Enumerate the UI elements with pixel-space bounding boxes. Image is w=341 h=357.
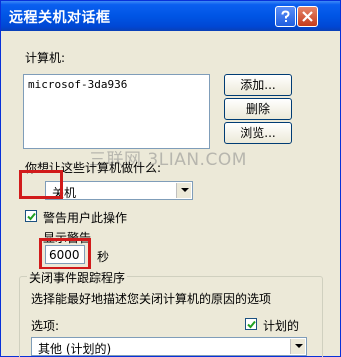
operation-select[interactable]: 关机	[45, 181, 193, 200]
close-icon	[302, 11, 313, 22]
shutdown-tracker-title: 关闭事件跟踪程序	[27, 269, 128, 286]
planned-checkbox[interactable]	[245, 318, 257, 330]
seconds-unit-label: 秒	[97, 250, 110, 264]
planned-label: 计划的	[263, 319, 300, 333]
reason-select[interactable]: 其他 (计划的)	[31, 337, 307, 356]
remote-shutdown-dialog: 远程关机对话框 计算机: microsof-3da936 添加... 删除 浏览…	[0, 0, 341, 357]
computer-list[interactable]: microsof-3da936	[23, 74, 210, 149]
title-bar[interactable]: 远程关机对话框	[1, 1, 340, 31]
help-button[interactable]	[275, 6, 296, 27]
browse-button[interactable]: 浏览...	[224, 122, 292, 144]
warn-checkbox-label: 警告用户此操作	[43, 211, 128, 225]
checkmark-icon	[247, 320, 256, 329]
add-button[interactable]: 添加...	[224, 74, 292, 96]
warn-checkbox[interactable]	[25, 210, 37, 222]
window-title: 远程关机对话框	[9, 10, 111, 26]
highlight-frame-seconds	[39, 238, 91, 270]
close-button[interactable]	[297, 6, 318, 27]
remove-button[interactable]: 删除	[224, 98, 292, 120]
reason-selected: 其他 (计划的)	[38, 342, 112, 356]
chevron-down-icon[interactable]	[290, 339, 305, 354]
computers-label: 计算机:	[25, 51, 66, 65]
list-item[interactable]: microsof-3da936	[28, 78, 127, 91]
help-icon	[281, 10, 290, 22]
options-label: 选项:	[31, 319, 60, 333]
reason-description: 选择能最好地描述您关闭计算机的原因的选项	[31, 292, 272, 306]
chevron-down-icon[interactable]	[176, 183, 191, 198]
highlight-frame-operation	[19, 170, 63, 199]
checkmark-icon	[27, 212, 36, 221]
